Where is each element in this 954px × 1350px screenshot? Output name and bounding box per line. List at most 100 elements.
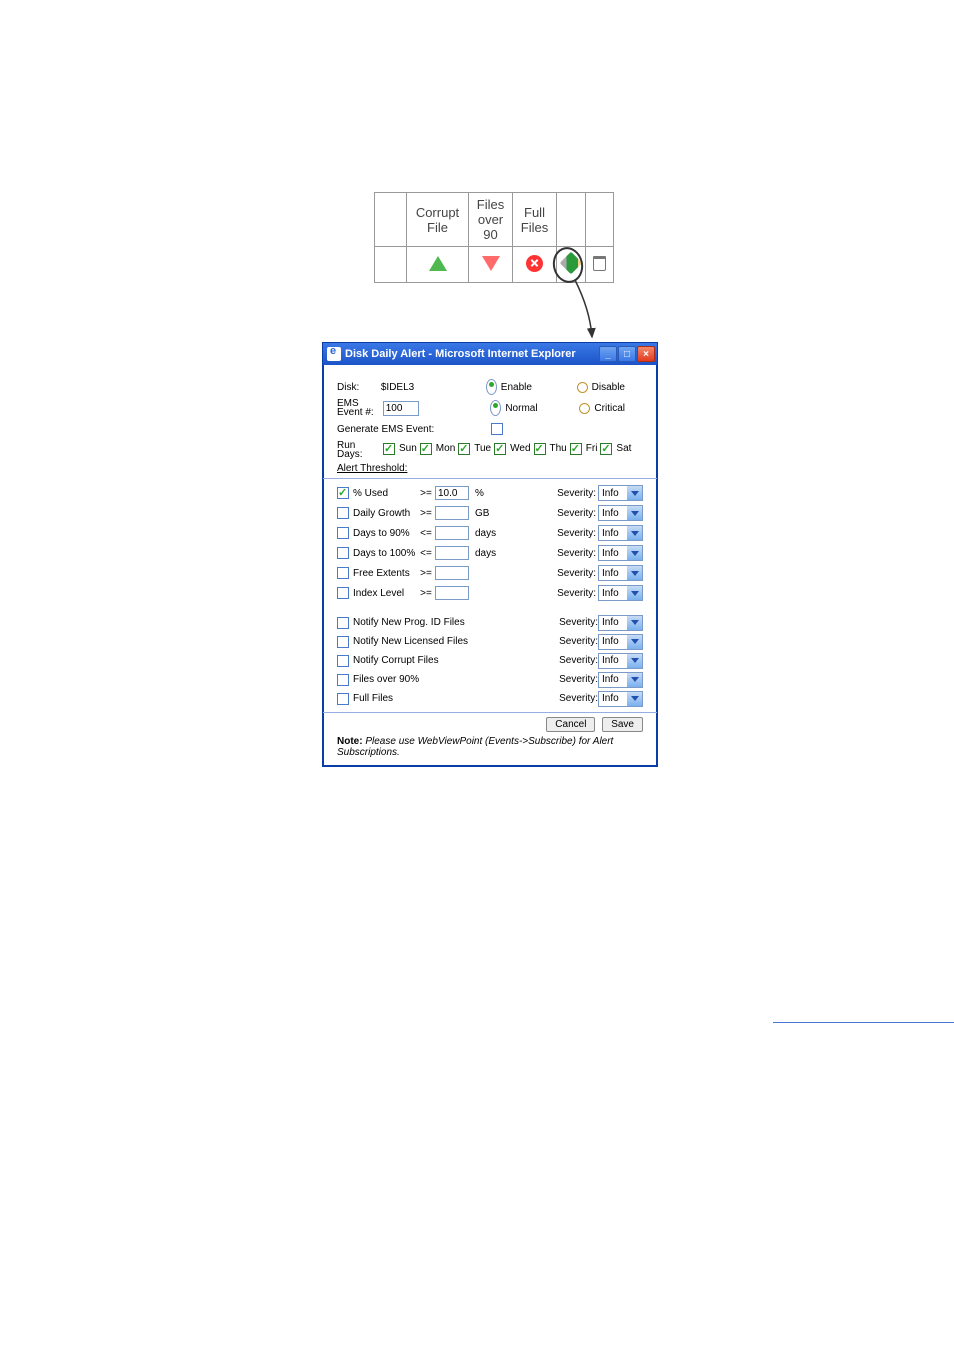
day-label-mon: Mon — [436, 443, 455, 454]
window-titlebar[interactable]: Disk Daily Alert - Microsoft Internet Ex… — [323, 343, 657, 365]
critical-radio[interactable] — [579, 403, 590, 414]
daily-growth-unit: GB — [471, 508, 501, 519]
close-button[interactable]: × — [637, 346, 655, 362]
threshold-row-index-level: Index Level>=Severity:Info — [337, 583, 643, 603]
ems-event-input[interactable] — [383, 401, 419, 416]
hdr-col-blank-a — [375, 193, 407, 247]
files-over-90--severity-select[interactable]: Info — [598, 672, 643, 688]
day-checkbox-sat[interactable] — [600, 443, 612, 455]
day-checkbox-mon[interactable] — [420, 443, 432, 455]
disk-value: $IDEL3 — [381, 382, 463, 393]
separator-1 — [323, 478, 657, 479]
notify-new-licensed-files-severity-label: Severity: — [559, 636, 598, 647]
-used-input[interactable] — [435, 486, 469, 500]
free-extents-checkbox[interactable] — [337, 567, 349, 579]
index-level-input[interactable] — [435, 586, 469, 600]
notify-corrupt-files-checkbox[interactable] — [337, 655, 349, 667]
footer-rule — [773, 1022, 954, 1023]
separator-2 — [323, 712, 657, 713]
files-over-90--severity-value: Info — [599, 674, 627, 685]
notify-corrupt-files-severity-label: Severity: — [559, 655, 598, 666]
chevron-down-icon[interactable] — [627, 546, 642, 560]
days-to-90--unit: days — [471, 528, 501, 539]
normal-radio[interactable] — [490, 400, 501, 416]
-used-severity-select[interactable]: Info — [598, 485, 643, 501]
days-to-90--severity-select[interactable]: Info — [598, 525, 643, 541]
chevron-down-icon[interactable] — [627, 526, 642, 540]
index-level-checkbox[interactable] — [337, 587, 349, 599]
days-to-100--unit: days — [471, 548, 501, 559]
day-fri: Fri — [570, 443, 598, 455]
-used-severity-label: Severity: — [550, 488, 598, 499]
day-checkbox-tue[interactable] — [458, 443, 470, 455]
daily-growth-input[interactable] — [435, 506, 469, 520]
days-to-100--checkbox[interactable] — [337, 547, 349, 559]
chevron-down-icon[interactable] — [627, 635, 642, 649]
notify-row-notify-corrupt-files: Notify Corrupt FilesSeverity:Info — [337, 651, 643, 670]
files-over-90--checkbox[interactable] — [337, 674, 349, 686]
pencil-icon[interactable] — [557, 247, 586, 283]
day-checkbox-sun[interactable] — [383, 443, 395, 455]
notify-new-licensed-files-severity-select[interactable]: Info — [598, 634, 643, 650]
hdr-icon-blank-a — [375, 247, 407, 283]
files-over-90--severity-label: Severity: — [559, 674, 598, 685]
day-checkbox-thu[interactable] — [534, 443, 546, 455]
day-checkbox-fri[interactable] — [570, 443, 582, 455]
triangle-down-icon — [469, 247, 513, 283]
days-to-100--severity-select[interactable]: Info — [598, 545, 643, 561]
days-to-90--checkbox[interactable] — [337, 527, 349, 539]
chevron-down-icon[interactable] — [627, 692, 642, 706]
day-checkbox-wed[interactable] — [494, 443, 506, 455]
chevron-down-icon[interactable] — [627, 566, 642, 580]
days-to-90--input[interactable] — [435, 526, 469, 540]
days-to-100--label: Days to 100% — [353, 548, 415, 559]
full-files-checkbox[interactable] — [337, 693, 349, 705]
free-extents-severity-select[interactable]: Info — [598, 565, 643, 581]
days-to-100--severity-label: Severity: — [550, 548, 598, 559]
notify-new-licensed-files-checkbox[interactable] — [337, 636, 349, 648]
full-files-severity-select[interactable]: Info — [598, 691, 643, 707]
daily-growth-label: Daily Growth — [353, 508, 410, 519]
day-mon: Mon — [420, 443, 455, 455]
chevron-down-icon[interactable] — [627, 586, 642, 600]
maximize-button[interactable]: □ — [618, 346, 636, 362]
chevron-down-icon[interactable] — [627, 486, 642, 500]
circled-x-icon — [513, 247, 557, 283]
minimize-button[interactable]: _ — [599, 346, 617, 362]
enable-radio[interactable] — [486, 379, 497, 395]
chevron-down-icon[interactable] — [627, 673, 642, 687]
generate-ems-label: Generate EMS Event: — [337, 424, 491, 435]
hdr-col-over90: Files over 90 — [469, 193, 513, 247]
free-extents-input[interactable] — [435, 566, 469, 580]
normal-label: Normal — [505, 403, 537, 414]
ems-event-label: EMS Event #: — [337, 399, 383, 417]
chevron-down-icon[interactable] — [627, 654, 642, 668]
disable-radio[interactable] — [577, 382, 588, 393]
notify-row-files-over-90-: Files over 90%Severity:Info — [337, 670, 643, 689]
generate-ems-checkbox[interactable] — [491, 423, 503, 435]
critical-label: Critical — [594, 403, 625, 414]
-used-checkbox[interactable] — [337, 487, 349, 499]
notify-new-prog-id-files-severity-label: Severity: — [559, 617, 598, 628]
notify-corrupt-files-severity-select[interactable]: Info — [598, 653, 643, 669]
chevron-down-icon[interactable] — [627, 506, 642, 520]
threshold-row--used: % Used>=%Severity:Info — [337, 483, 643, 503]
notify-row-notify-new-licensed-files: Notify New Licensed FilesSeverity:Info — [337, 632, 643, 651]
days-to-100--input[interactable] — [435, 546, 469, 560]
daily-growth-checkbox[interactable] — [337, 507, 349, 519]
day-sun: Sun — [383, 443, 417, 455]
notify-new-prog-id-files-checkbox[interactable] — [337, 617, 349, 629]
full-files-severity-label: Severity: — [559, 693, 598, 704]
trash-icon[interactable] — [586, 247, 614, 283]
chevron-down-icon[interactable] — [627, 616, 642, 630]
cancel-button[interactable]: Cancel — [546, 717, 595, 732]
daily-growth-severity-select[interactable]: Info — [598, 505, 643, 521]
day-tue: Tue — [458, 443, 491, 455]
header-legend-table: Corrupt File Files over 90 Full Files — [374, 192, 614, 283]
save-button[interactable]: Save — [602, 717, 643, 732]
index-level-severity-select[interactable]: Info — [598, 585, 643, 601]
days-to-90--operator: <= — [417, 528, 435, 539]
days-to-90--label: Days to 90% — [353, 528, 410, 539]
day-label-fri: Fri — [586, 443, 598, 454]
notify-new-prog-id-files-severity-select[interactable]: Info — [598, 615, 643, 631]
